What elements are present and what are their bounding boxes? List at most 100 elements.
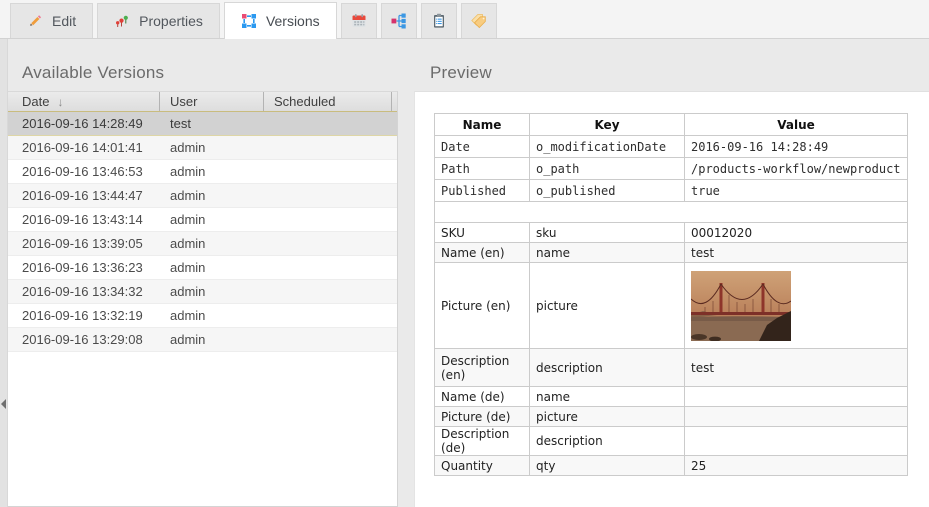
preview-key-cell: description	[530, 349, 685, 387]
preview-value-cell	[685, 387, 908, 407]
left-region-splitter[interactable]	[0, 39, 8, 507]
pencil-icon	[27, 13, 43, 29]
version-date-cell: 2016-09-16 13:43:14	[8, 208, 160, 231]
preview-key-cell: description	[530, 427, 685, 456]
preview-data-row: Publishedo_publishedtrue	[435, 180, 908, 202]
tab-versions-label: Versions	[266, 13, 320, 29]
preview-key-cell: sku	[530, 223, 685, 243]
preview-value-cell: test	[685, 349, 908, 387]
preview-name-cell: Picture (de)	[435, 407, 530, 427]
tab-properties-label: Properties	[139, 13, 203, 29]
preview-col-name: Name	[435, 114, 530, 136]
version-row[interactable]: 2016-09-16 13:46:53admin	[8, 160, 397, 184]
available-versions-panel: Available Versions Date ↓ User Scheduled…	[8, 39, 398, 507]
calendar-icon	[351, 13, 367, 29]
preview-data-row: SKUsku00012020	[435, 223, 908, 243]
column-header-date[interactable]: Date ↓	[8, 92, 160, 111]
preview-data-row: Picture (de)picture	[435, 407, 908, 427]
preview-value-cell	[685, 407, 908, 427]
preview-key-cell: o_published	[530, 180, 685, 202]
preview-name-cell: Date	[435, 136, 530, 158]
versions-grid-body: 2016-09-16 14:28:49test2016-09-16 14:01:…	[8, 112, 397, 352]
preview-name-cell: Published	[435, 180, 530, 202]
version-scheduled-cell	[264, 328, 397, 351]
version-user-cell: admin	[160, 184, 264, 207]
preview-panel: Preview Name Key Value Dateo_modificatio…	[410, 39, 929, 507]
version-user-cell: admin	[160, 136, 264, 159]
tab-dependencies[interactable]	[381, 3, 417, 38]
version-row[interactable]: 2016-09-16 14:01:41admin	[8, 136, 397, 160]
collapse-left-arrow-icon[interactable]	[1, 399, 6, 409]
version-row[interactable]: 2016-09-16 13:39:05admin	[8, 232, 397, 256]
preview-data-row: Description (de)description	[435, 427, 908, 456]
preview-key-cell: o_path	[530, 158, 685, 180]
version-user-cell: admin	[160, 304, 264, 327]
version-date-cell: 2016-09-16 14:01:41	[8, 136, 160, 159]
version-date-cell: 2016-09-16 13:39:05	[8, 232, 160, 255]
tab-tags[interactable]	[461, 3, 497, 38]
tab-versions[interactable]: Versions	[224, 2, 337, 39]
tab-schedule[interactable]	[341, 3, 377, 38]
preview-key-cell: name	[530, 387, 685, 407]
version-user-cell: admin	[160, 160, 264, 183]
preview-col-value: Value	[685, 114, 908, 136]
preview-value-cell	[685, 427, 908, 456]
version-row[interactable]: 2016-09-16 13:32:19admin	[8, 304, 397, 328]
version-user-cell: test	[160, 112, 264, 135]
toolbar-tabbar: Edit Properties Versions	[0, 0, 929, 39]
preview-col-key: Key	[530, 114, 685, 136]
preview-title: Preview	[430, 63, 492, 83]
version-scheduled-cell	[264, 280, 397, 303]
preview-value-cell: 2016-09-16 14:28:49	[685, 136, 908, 158]
preview-data-row: Description (en)descriptiontest	[435, 349, 908, 387]
version-user-cell: admin	[160, 208, 264, 231]
version-row[interactable]: 2016-09-16 13:34:32admin	[8, 280, 397, 304]
sort-desc-arrow-icon: ↓	[57, 96, 63, 108]
preview-name-cell: Description (de)	[435, 427, 530, 456]
column-header-scheduled[interactable]: Scheduled	[264, 92, 392, 111]
dependencies-tree-icon	[391, 13, 407, 29]
tab-notes[interactable]	[421, 3, 457, 38]
version-user-cell: admin	[160, 256, 264, 279]
preview-key-cell: o_modificationDate	[530, 136, 685, 158]
version-scheduled-cell	[264, 136, 397, 159]
preview-key-cell: picture	[530, 407, 685, 427]
tab-edit[interactable]: Edit	[10, 3, 93, 38]
preview-spacer-cell	[435, 202, 908, 223]
version-row[interactable]: 2016-09-16 13:36:23admin	[8, 256, 397, 280]
version-date-cell: 2016-09-16 13:29:08	[8, 328, 160, 351]
preview-name-cell: Quantity	[435, 456, 530, 476]
version-user-cell: admin	[160, 232, 264, 255]
preview-name-cell: Description (en)	[435, 349, 530, 387]
preview-key-cell: picture	[530, 263, 685, 349]
preview-table-header-row: Name Key Value	[435, 114, 908, 136]
preview-table: Name Key Value Dateo_modificationDate201…	[434, 113, 908, 476]
properties-pins-icon	[114, 13, 130, 29]
version-user-cell: admin	[160, 328, 264, 351]
preview-data-row: Patho_path/products-workflow/newproduct	[435, 158, 908, 180]
version-scheduled-cell	[264, 304, 397, 327]
version-row[interactable]: 2016-09-16 13:44:47admin	[8, 184, 397, 208]
version-date-cell: 2016-09-16 13:46:53	[8, 160, 160, 183]
preview-content-frame: Name Key Value Dateo_modificationDate201…	[414, 91, 929, 507]
version-date-cell: 2016-09-16 13:44:47	[8, 184, 160, 207]
tab-properties[interactable]: Properties	[97, 3, 220, 38]
version-row[interactable]: 2016-09-16 13:43:14admin	[8, 208, 397, 232]
version-date-cell: 2016-09-16 13:32:19	[8, 304, 160, 327]
preview-data-row: Name (de)name	[435, 387, 908, 407]
versions-grid-header: Date ↓ User Scheduled	[8, 92, 397, 112]
version-scheduled-cell	[264, 184, 397, 207]
preview-value-cell	[685, 263, 908, 349]
version-scheduled-cell	[264, 256, 397, 279]
tags-icon	[471, 13, 487, 29]
preview-name-cell: Picture (en)	[435, 263, 530, 349]
preview-data-row: Dateo_modificationDate2016-09-16 14:28:4…	[435, 136, 908, 158]
version-row[interactable]: 2016-09-16 14:28:49test	[8, 112, 397, 136]
preview-name-cell: SKU	[435, 223, 530, 243]
column-header-user[interactable]: User	[160, 92, 264, 111]
version-date-cell: 2016-09-16 14:28:49	[8, 112, 160, 135]
version-scheduled-cell	[264, 160, 397, 183]
version-date-cell: 2016-09-16 13:34:32	[8, 280, 160, 303]
version-row[interactable]: 2016-09-16 13:29:08admin	[8, 328, 397, 352]
versions-squares-icon	[241, 13, 257, 29]
